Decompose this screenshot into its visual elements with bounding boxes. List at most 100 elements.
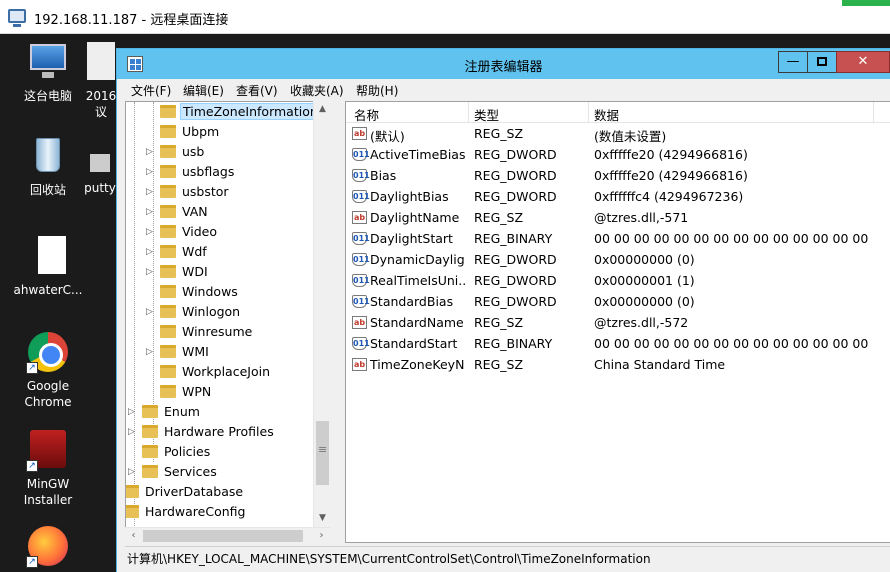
menu-file[interactable]: 文件(F) bbox=[131, 82, 171, 99]
tree-node-label: Windows bbox=[182, 284, 238, 299]
tree-node[interactable]: TimeZoneInformation bbox=[146, 102, 320, 122]
expand-arrow-icon[interactable]: ▷ bbox=[128, 426, 138, 438]
desktop-icon-putty[interactable]: putty bbox=[80, 152, 120, 196]
tree-node[interactable]: ▷ Video bbox=[146, 222, 320, 242]
expand-arrow-icon[interactable] bbox=[146, 126, 156, 138]
value-data: (数值未设置) bbox=[594, 129, 667, 144]
folder-icon bbox=[160, 125, 176, 138]
value-row[interactable]: 011 DaylightBias REG_DWORD 0xffffffc4 (4294… bbox=[346, 186, 890, 207]
expand-arrow-icon[interactable] bbox=[146, 106, 156, 118]
folder-icon bbox=[160, 185, 176, 198]
tree-horizontal-scrollbar[interactable]: ‹ › bbox=[125, 527, 330, 544]
menu-favorites[interactable]: 收藏夹(A) bbox=[290, 82, 344, 99]
column-header-name[interactable]: 名称 bbox=[354, 105, 379, 124]
value-name: (默认) bbox=[370, 129, 405, 144]
scroll-right-arrow-icon[interactable]: › bbox=[313, 528, 330, 544]
tree-node[interactable]: HardwareConfig bbox=[126, 502, 320, 522]
value-row[interactable]: 011DynamicDayligh... REG_DWORD 0x00000000 … bbox=[346, 249, 890, 270]
expand-arrow-icon[interactable]: ▷ bbox=[128, 466, 138, 478]
value-row[interactable]: 011 Bias REG_DWORD 0xfffffe20 (4294966816) bbox=[346, 165, 890, 186]
expand-arrow-icon[interactable]: ▷ bbox=[146, 186, 156, 198]
chrome-icon: ↗ bbox=[26, 330, 70, 374]
expand-arrow-icon[interactable] bbox=[146, 326, 156, 338]
scroll-left-arrow-icon[interactable]: ‹ bbox=[125, 528, 142, 544]
value-row[interactable]: ab (默认) REG_SZ (数值未设置) bbox=[346, 123, 890, 144]
shortcut-arrow-icon: ↗ bbox=[26, 460, 38, 472]
tree-node[interactable]: ▷ WMI bbox=[146, 342, 320, 362]
expand-arrow-icon[interactable]: ▷ bbox=[146, 246, 156, 258]
desktop-icon-ahwater[interactable]: ahwaterC... bbox=[8, 234, 88, 298]
value-row[interactable]: 011 StandardStart REG_BINARY 00 00 00 00 00… bbox=[346, 333, 890, 354]
tree-node[interactable]: ▷ VAN bbox=[146, 202, 320, 222]
desktop-icon-firefox[interactable]: ↗ bbox=[8, 524, 88, 572]
tree-node[interactable]: DriverDatabase bbox=[126, 482, 320, 502]
shortcut-arrow-icon: ↗ bbox=[26, 362, 38, 374]
key-tree-pane[interactable]: TimeZoneInformation Ubpm ▷ usb ▷ usbflags ▷ usb… bbox=[125, 101, 321, 543]
expand-arrow-icon[interactable]: ▷ bbox=[146, 226, 156, 238]
scroll-up-arrow-icon[interactable]: ▲ bbox=[314, 101, 331, 118]
desktop-icon-google-chrome[interactable]: ↗ Google Chrome bbox=[8, 330, 88, 410]
tree-node[interactable]: Ubpm bbox=[146, 122, 320, 142]
expand-arrow-icon[interactable] bbox=[146, 366, 156, 378]
value-row[interactable]: 011 StandardBias REG_DWORD 0x00000000 (0) bbox=[346, 291, 890, 312]
column-separator[interactable] bbox=[873, 102, 874, 123]
expand-arrow-icon[interactable]: ▷ bbox=[146, 166, 156, 178]
expand-arrow-icon[interactable]: ▷ bbox=[146, 146, 156, 158]
menu-help[interactable]: 帮助(H) bbox=[356, 82, 398, 99]
tree-node[interactable]: WorkplaceJoin bbox=[146, 362, 320, 382]
tree-node[interactable]: ▷ Hardware Profiles bbox=[128, 422, 320, 442]
tree-node[interactable]: ▷ usb bbox=[146, 142, 320, 162]
value-data: 00 00 00 00 00 00 00 00 00 00 00 00 00 0… bbox=[594, 336, 872, 351]
menu-view[interactable]: 查看(V) bbox=[236, 82, 278, 99]
column-header-data[interactable]: 数据 bbox=[594, 105, 619, 124]
desktop-icon-mingw-installer[interactable]: ↗ MinGW Installer bbox=[8, 428, 88, 508]
expand-arrow-icon[interactable] bbox=[146, 286, 156, 298]
desktop-icon-label: Google bbox=[26, 379, 70, 393]
value-row[interactable]: ab StandardName REG_SZ @tzres.dll,-572 bbox=[346, 312, 890, 333]
scroll-thumb[interactable] bbox=[316, 421, 329, 485]
column-separator[interactable] bbox=[588, 102, 589, 123]
value-row[interactable]: 011 DaylightStart REG_BINARY 00 00 00 00 00… bbox=[346, 228, 890, 249]
menu-edit[interactable]: 编辑(E) bbox=[183, 82, 224, 99]
expand-arrow-icon[interactable] bbox=[128, 446, 138, 458]
tree-node-label: WMI bbox=[182, 344, 209, 359]
tree-node-label: DriverDatabase bbox=[145, 484, 244, 499]
expand-arrow-icon[interactable]: ▷ bbox=[128, 406, 138, 418]
expand-arrow-icon[interactable]: ▷ bbox=[146, 266, 156, 278]
maximize-button[interactable] bbox=[807, 51, 837, 73]
value-name: RealTimeIsUni... bbox=[370, 273, 465, 288]
tree-node[interactable]: WPN bbox=[146, 382, 320, 402]
expand-arrow-icon[interactable]: ▷ bbox=[146, 346, 156, 358]
column-separator[interactable] bbox=[468, 102, 469, 123]
tree-node[interactable]: Policies bbox=[128, 442, 320, 462]
tree-node-label: usbflags bbox=[182, 164, 235, 179]
expand-arrow-icon[interactable]: ▷ bbox=[146, 206, 156, 218]
tree-node-label: TimeZoneInformation bbox=[180, 103, 320, 120]
value-row[interactable]: 011 ActiveTimeBias REG_DWORD 0xfffffe20 (42… bbox=[346, 144, 890, 165]
expand-arrow-icon[interactable] bbox=[146, 386, 156, 398]
value-row[interactable]: 011 RealTimeIsUni... REG_DWORD 0x00000001 (… bbox=[346, 270, 890, 291]
tree-node[interactable]: Windows bbox=[146, 282, 320, 302]
minimize-button[interactable]: — bbox=[778, 51, 808, 73]
tree-vertical-scrollbar[interactable]: ▲ ▼ bbox=[313, 101, 330, 527]
desktop-icon-label-line2: Chrome bbox=[24, 395, 72, 409]
scroll-down-arrow-icon[interactable]: ▼ bbox=[314, 510, 331, 527]
regedit-titlebar[interactable]: 注册表编辑器 — ✕ bbox=[117, 49, 890, 79]
scroll-thumb[interactable] bbox=[143, 530, 303, 542]
value-row[interactable]: ab DaylightName REG_SZ @tzres.dll,-571 bbox=[346, 207, 890, 228]
tree-node[interactable]: ▷ usbflags bbox=[146, 162, 320, 182]
tree-node[interactable]: ▷ WDI bbox=[146, 262, 320, 282]
value-row[interactable]: abTimeZoneKeyN... REG_SZ China Standard Ti… bbox=[346, 354, 890, 375]
column-header-type[interactable]: 类型 bbox=[474, 105, 499, 124]
tree-node[interactable]: ▷ Winlogon bbox=[146, 302, 320, 322]
desktop-icon-recycle-bin[interactable]: 回收站 bbox=[8, 134, 88, 198]
tree-node[interactable]: ▷ usbstor bbox=[146, 182, 320, 202]
tree-node[interactable]: ▷ Enum bbox=[128, 402, 320, 422]
values-list-pane[interactable]: 名称 类型 数据 ab (默认) REG_SZ (数值未设置) 011 ActiveTim… bbox=[345, 101, 890, 543]
expand-arrow-icon[interactable]: ▷ bbox=[146, 306, 156, 318]
tree-node[interactable]: ▷ Wdf bbox=[146, 242, 320, 262]
tree-node[interactable]: Winresume bbox=[146, 322, 320, 342]
tree-node[interactable]: ▷ Services bbox=[128, 462, 320, 482]
value-name: Bias bbox=[370, 168, 397, 183]
close-button[interactable]: ✕ bbox=[836, 51, 890, 73]
